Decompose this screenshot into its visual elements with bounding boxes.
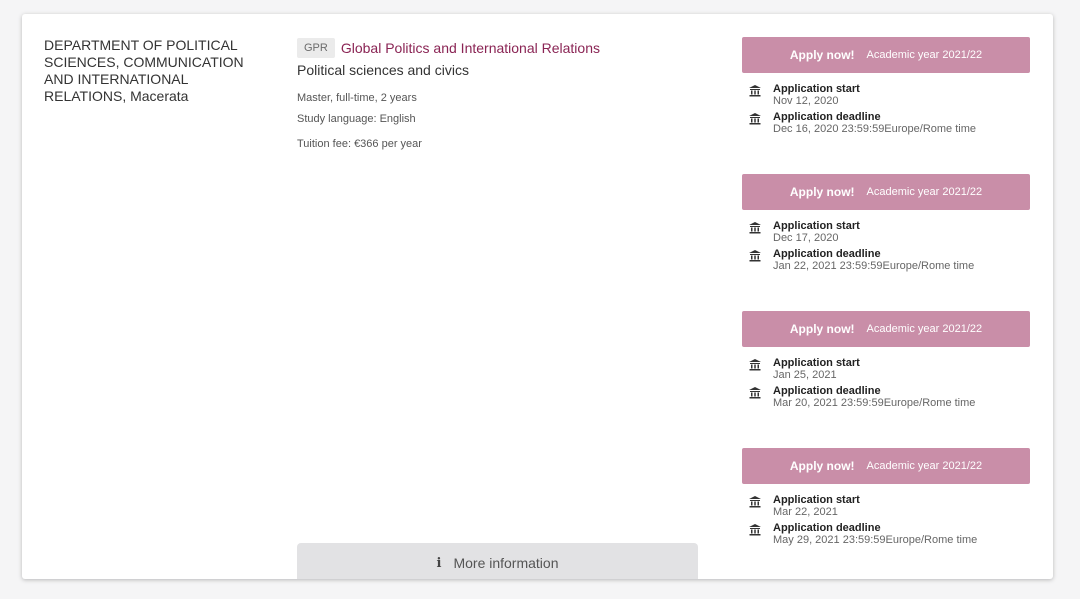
application-start: Application start Mar 22, 2021 bbox=[742, 494, 1030, 518]
deadline-date: May 29, 2021 23:59:59Europe/Rome time bbox=[773, 534, 978, 546]
start-label: Application start bbox=[773, 494, 860, 506]
bank-icon bbox=[749, 85, 761, 97]
application-session: Apply now! Academic year 2021/22 Applica… bbox=[742, 311, 1030, 448]
academic-year-label: Academic year 2021/22 bbox=[866, 460, 983, 472]
program-header: GPR Global Politics and International Re… bbox=[297, 38, 717, 58]
program-details: Master, full-time, 2 years Study languag… bbox=[297, 88, 717, 130]
start-label: Application start bbox=[773, 220, 860, 232]
program-title-link[interactable]: Global Politics and International Relati… bbox=[341, 40, 600, 56]
start-label: Application start bbox=[773, 83, 860, 95]
program-degree: Master, full-time, 2 years bbox=[297, 92, 417, 104]
application-sessions: Apply now! Academic year 2021/22 Applica… bbox=[742, 37, 1030, 579]
apply-now-button[interactable]: Apply now! Academic year 2021/22 bbox=[742, 37, 1030, 73]
deadline-date: Dec 16, 2020 23:59:59Europe/Rome time bbox=[773, 123, 977, 135]
deadline-date: Mar 20, 2021 23:59:59Europe/Rome time bbox=[773, 397, 976, 409]
more-information-label: More information bbox=[453, 555, 559, 571]
start-date: Dec 17, 2020 bbox=[773, 232, 839, 244]
apply-now-label: Apply now! bbox=[789, 322, 855, 336]
apply-now-label: Apply now! bbox=[789, 459, 855, 473]
application-start: Application start Nov 12, 2020 bbox=[742, 83, 1030, 107]
info-icon: i bbox=[436, 555, 442, 571]
program-language: Study language: English bbox=[297, 113, 416, 125]
department-name: DEPARTMENT OF POLITICAL SCIENCES, COMMUN… bbox=[44, 37, 244, 104]
deadline-label: Application deadline bbox=[773, 248, 881, 260]
deadline-label: Application deadline bbox=[773, 111, 881, 123]
start-date: Nov 12, 2020 bbox=[773, 95, 839, 107]
academic-year-label: Academic year 2021/22 bbox=[866, 49, 983, 61]
more-information-button[interactable]: i More information bbox=[297, 543, 698, 579]
apply-now-label: Apply now! bbox=[789, 48, 855, 62]
program-card: DEPARTMENT OF POLITICAL SCIENCES, COMMUN… bbox=[22, 14, 1053, 579]
start-label: Application start bbox=[773, 357, 860, 369]
application-session: Apply now! Academic year 2021/22 Applica… bbox=[742, 174, 1030, 311]
application-deadline: Application deadline Jan 22, 2021 23:59:… bbox=[742, 248, 1030, 272]
academic-year-label: Academic year 2021/22 bbox=[866, 186, 983, 198]
apply-now-button[interactable]: Apply now! Academic year 2021/22 bbox=[742, 448, 1030, 484]
program-subtitle: Political sciences and civics bbox=[297, 62, 469, 78]
academic-year-label: Academic year 2021/22 bbox=[866, 323, 983, 335]
bank-icon bbox=[749, 113, 761, 125]
deadline-label: Application deadline bbox=[773, 522, 881, 534]
deadline-label: Application deadline bbox=[773, 385, 881, 397]
deadline-date: Jan 22, 2021 23:59:59Europe/Rome time bbox=[773, 260, 975, 272]
application-deadline: Application deadline Mar 20, 2021 23:59:… bbox=[742, 385, 1030, 409]
program-code-badge: GPR bbox=[297, 38, 335, 58]
apply-now-label: Apply now! bbox=[789, 185, 855, 199]
application-start: Application start Dec 17, 2020 bbox=[742, 220, 1030, 244]
bank-icon bbox=[749, 387, 761, 399]
apply-now-button[interactable]: Apply now! Academic year 2021/22 bbox=[742, 311, 1030, 347]
application-deadline: Application deadline Dec 16, 2020 23:59:… bbox=[742, 111, 1030, 135]
application-deadline: Application deadline May 29, 2021 23:59:… bbox=[742, 522, 1030, 546]
program-info: GPR Global Politics and International Re… bbox=[297, 38, 717, 150]
bank-icon bbox=[749, 222, 761, 234]
application-session: Apply now! Academic year 2021/22 Applica… bbox=[742, 37, 1030, 174]
bank-icon bbox=[749, 496, 761, 508]
bank-icon bbox=[749, 524, 761, 536]
bank-icon bbox=[749, 359, 761, 371]
apply-now-button[interactable]: Apply now! Academic year 2021/22 bbox=[742, 174, 1030, 210]
application-session: Apply now! Academic year 2021/22 Applica… bbox=[742, 448, 1030, 579]
program-fee: Tuition fee: €366 per year bbox=[297, 138, 422, 150]
start-date: Jan 25, 2021 bbox=[773, 369, 837, 381]
start-date: Mar 22, 2021 bbox=[773, 506, 838, 518]
bank-icon bbox=[749, 250, 761, 262]
application-start: Application start Jan 25, 2021 bbox=[742, 357, 1030, 381]
